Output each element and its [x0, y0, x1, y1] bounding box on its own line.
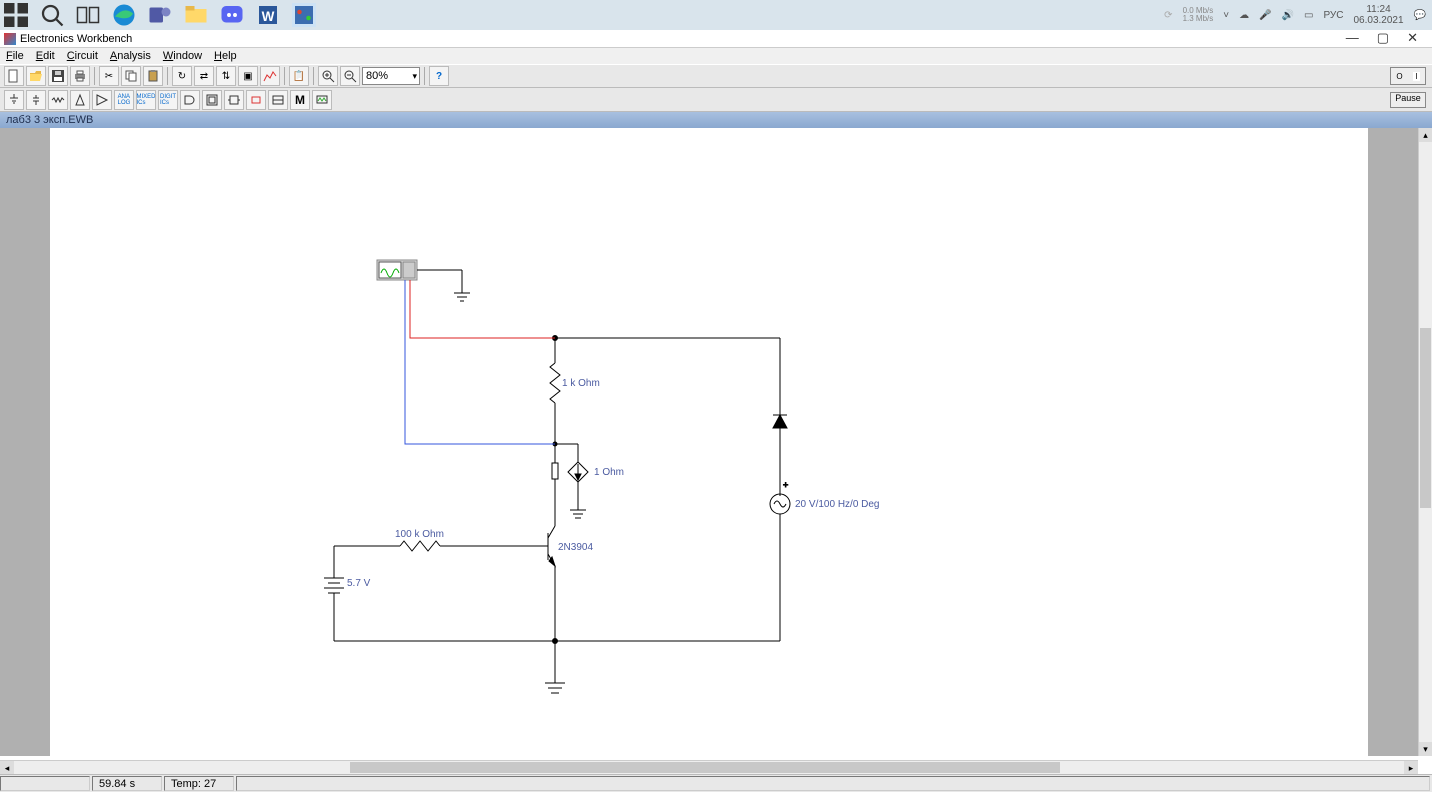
vertical-scrollbar[interactable]: ▴ ▾	[1418, 128, 1432, 756]
gates-button[interactable]	[180, 90, 200, 110]
mic-icon[interactable]: 🎤	[1259, 10, 1271, 21]
canvas-margin-right	[1368, 128, 1418, 756]
oscilloscope-instrument[interactable]	[377, 260, 470, 301]
subcircuit-button[interactable]: ▣	[238, 66, 258, 86]
taskview-icon[interactable]	[76, 3, 100, 27]
status-temp: Temp: 27	[164, 776, 234, 791]
controls-button[interactable]	[224, 90, 244, 110]
explorer-icon[interactable]	[184, 3, 208, 27]
rotate-button[interactable]: ↻	[172, 66, 192, 86]
digital-button[interactable]: MIXEDICs	[136, 90, 156, 110]
label-r2: 100 k Ohm	[395, 529, 444, 540]
logic-button[interactable]: DIGITICs	[158, 90, 178, 110]
new-button[interactable]	[4, 66, 24, 86]
chevron-up-icon[interactable]: ˅	[1223, 10, 1229, 21]
clock-date: 06.03.2021	[1353, 15, 1403, 26]
ewb-icon[interactable]	[292, 3, 316, 27]
graph-button[interactable]	[260, 66, 280, 86]
minimize-button[interactable]: —	[1346, 30, 1359, 46]
resistor-1k[interactable]	[550, 363, 560, 403]
ground-cccs[interactable]	[570, 506, 586, 518]
zoom-select[interactable]: 80%	[362, 67, 420, 85]
ground-main[interactable]	[545, 683, 565, 693]
zoomin-button[interactable]	[318, 66, 338, 86]
menu-circuit[interactable]: Circuit	[67, 50, 98, 62]
menubar: File Edit Circuit Analysis Window Help	[0, 48, 1432, 64]
analog-button[interactable]	[92, 90, 112, 110]
paste-button[interactable]	[143, 66, 163, 86]
label-ac: 20 V/100 Hz/0 Deg	[795, 499, 880, 510]
pause-button[interactable]: Pause	[1390, 92, 1426, 108]
clock-time: 11:24	[1353, 4, 1403, 15]
menu-analysis[interactable]: Analysis	[110, 50, 151, 62]
label-q: 2N3904	[558, 542, 593, 553]
multimeter-button[interactable]: M	[290, 90, 310, 110]
power-switch[interactable]: OI	[1390, 67, 1426, 85]
cut-button[interactable]: ✂	[99, 66, 119, 86]
transistors-button[interactable]	[70, 90, 90, 110]
menu-file[interactable]: File	[6, 50, 24, 62]
schematic[interactable]: +	[50, 128, 1368, 756]
sync-icon[interactable]: ⟳	[1164, 10, 1172, 21]
resistor-100k[interactable]	[400, 541, 440, 551]
document-title: лаб3 3 эксп.EWB	[0, 112, 1432, 128]
menu-help[interactable]: Help	[214, 50, 237, 62]
diode-component[interactable]	[773, 410, 787, 428]
status-time: 59.84 s	[92, 776, 162, 791]
discord-icon[interactable]	[220, 3, 244, 27]
search-icon[interactable]	[40, 3, 64, 27]
fliph-button[interactable]: ⇄	[194, 66, 214, 86]
horizontal-scrollbar[interactable]: ◂ ▸	[0, 760, 1418, 774]
zoomout-button[interactable]	[340, 66, 360, 86]
canvas-margin-left	[0, 128, 50, 756]
teams-icon[interactable]	[148, 3, 172, 27]
print-button[interactable]	[70, 66, 90, 86]
transistor-2n3904[interactable]	[540, 526, 555, 566]
svg-text:W: W	[262, 9, 275, 24]
edge-icon[interactable]	[112, 3, 136, 27]
indicators-button[interactable]	[202, 90, 222, 110]
controlled-source[interactable]	[568, 457, 588, 506]
statusbar: 59.84 s Temp: 27	[0, 774, 1432, 792]
canvas[interactable]: +	[0, 128, 1432, 774]
main-toolbar: ✂ ↻ ⇄ ⇅ ▣ 📋 80% ? OI	[0, 64, 1432, 88]
basic-button[interactable]	[26, 90, 46, 110]
label-v1: 5.7 V	[347, 578, 371, 589]
label-src: 1 Ohm	[594, 467, 624, 478]
cloud-icon[interactable]: ☁	[1239, 10, 1249, 21]
close-button[interactable]: ✕	[1407, 30, 1418, 46]
flipv-button[interactable]: ⇅	[216, 66, 236, 86]
notifications-icon[interactable]: 💬	[1414, 10, 1426, 21]
battery-v1[interactable]	[324, 568, 344, 593]
sources-button[interactable]	[4, 90, 24, 110]
svg-text:+: +	[783, 480, 788, 490]
maximize-button[interactable]: ▢	[1377, 30, 1389, 46]
oscilloscope-button[interactable]	[312, 90, 332, 110]
menu-edit[interactable]: Edit	[36, 50, 55, 62]
diodes-button[interactable]	[48, 90, 68, 110]
open-button[interactable]	[26, 66, 46, 86]
small-rect[interactable]	[552, 463, 558, 479]
word-icon[interactable]: W	[256, 3, 280, 27]
label-r1: 1 k Ohm	[562, 378, 600, 389]
app-icon	[4, 33, 16, 45]
copy-button[interactable]	[121, 66, 141, 86]
projection-icon[interactable]: ▭	[1304, 10, 1313, 21]
netspeed-down: 1.3 Mb/s	[1183, 15, 1214, 23]
mixed-button[interactable]: ANALOG	[114, 90, 134, 110]
properties-button[interactable]: 📋	[289, 66, 309, 86]
start-icon[interactable]	[4, 3, 28, 27]
windows-taskbar: W ⟳ 0.0 Mb/s 1.3 Mb/s ˅ ☁ 🎤 🔊 ▭ РУС 11:2…	[0, 0, 1432, 30]
app-title: Electronics Workbench	[20, 33, 132, 45]
help-button[interactable]: ?	[429, 66, 449, 86]
language-indicator[interactable]: РУС	[1323, 10, 1343, 21]
component-toolbar: ANALOG MIXEDICs DIGITICs M Pause	[0, 88, 1432, 112]
volume-icon[interactable]: 🔊	[1282, 10, 1294, 21]
save-button[interactable]	[48, 66, 68, 86]
instruments-button[interactable]	[268, 90, 288, 110]
app-titlebar: Electronics Workbench	[0, 30, 1432, 48]
menu-window[interactable]: Window	[163, 50, 202, 62]
misc-button[interactable]	[246, 90, 266, 110]
